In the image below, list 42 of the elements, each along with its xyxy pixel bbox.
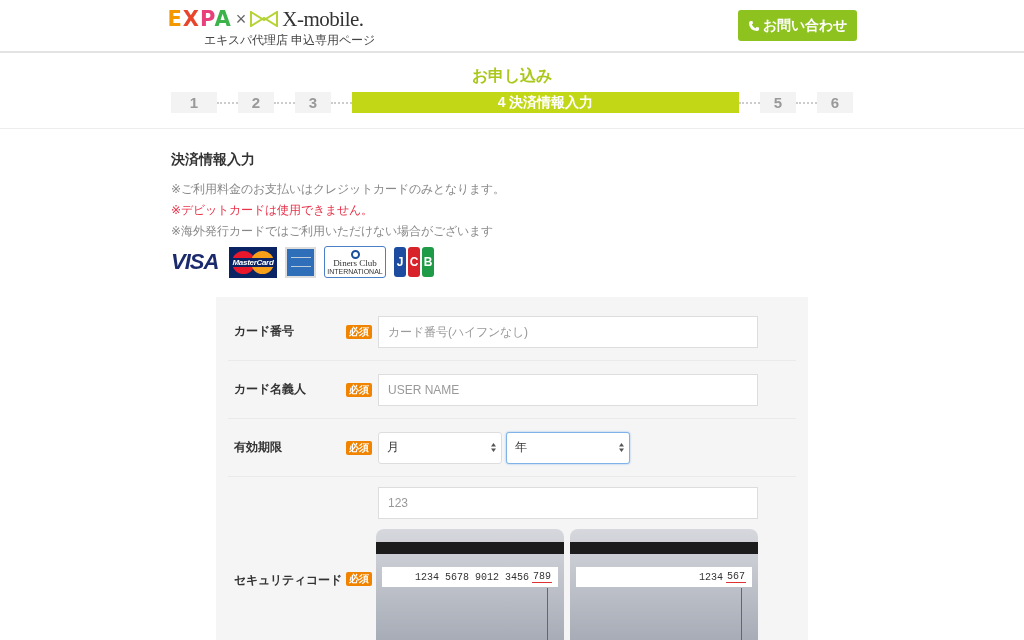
expa-logo: EXPA: [167, 7, 232, 31]
step-indicator: 2: [238, 92, 274, 113]
select-field[interactable]: 年: [506, 431, 630, 464]
updown-arrows-icon: [619, 443, 624, 452]
section-title: 決済情報入力: [171, 151, 256, 169]
leader-line: [547, 588, 548, 640]
step-indicator: 4 決済情報入力: [352, 92, 739, 113]
step-indicator: 6: [817, 92, 853, 113]
visa-logo: VISA: [171, 249, 220, 275]
field-label: カード名義人: [233, 381, 307, 398]
card-number-text: 1234: [698, 571, 723, 583]
step-indicator: 5: [760, 92, 796, 113]
info-note: ※ご利用料金のお支払いはクレジットカードのみとなります。: [171, 181, 507, 198]
warning-note: ※デビットカードは使用できません。: [171, 202, 375, 219]
logo-subtitle: エキスパ代理店 申込専用ページ: [203, 32, 375, 49]
input-field[interactable]: USER NAME: [378, 373, 758, 406]
mastercard-logo: MasterCard: [229, 246, 277, 278]
required-badge: 必須: [346, 440, 372, 455]
field-label: セキュリティコード: [233, 572, 343, 589]
card-number-text: 1234 5678 9012 3456: [414, 571, 529, 583]
select-field[interactable]: 月: [378, 431, 502, 464]
required-badge: 必須: [346, 324, 372, 339]
amex-logo-icon: [285, 246, 316, 278]
jcb-logo: J C B: [394, 247, 434, 277]
partner-logo-text: X-mobile.: [282, 6, 364, 32]
security-code-text: 789: [532, 571, 552, 583]
step-indicator: 1: [171, 92, 217, 113]
field-label: カード番号: [233, 323, 295, 340]
input-field[interactable]: 123: [378, 487, 758, 519]
cross-sign: ×: [235, 8, 247, 30]
required-badge: 必須: [346, 382, 372, 397]
bowtie-logo-icon: [250, 11, 279, 27]
field-label: 有効期限: [233, 439, 283, 456]
steps-title: お申し込み: [471, 66, 553, 86]
leader-line: [741, 588, 742, 640]
updown-arrows-icon: [491, 443, 496, 452]
step-indicator: 3: [295, 92, 331, 113]
input-field[interactable]: カード番号(ハイフンなし): [378, 315, 758, 348]
phone-icon: [747, 19, 760, 32]
required-badge: 必須: [346, 572, 372, 586]
security-code-text: 567: [726, 571, 746, 583]
info-note: ※海外発行カードではご利用いただけない場合がございます: [171, 223, 495, 240]
